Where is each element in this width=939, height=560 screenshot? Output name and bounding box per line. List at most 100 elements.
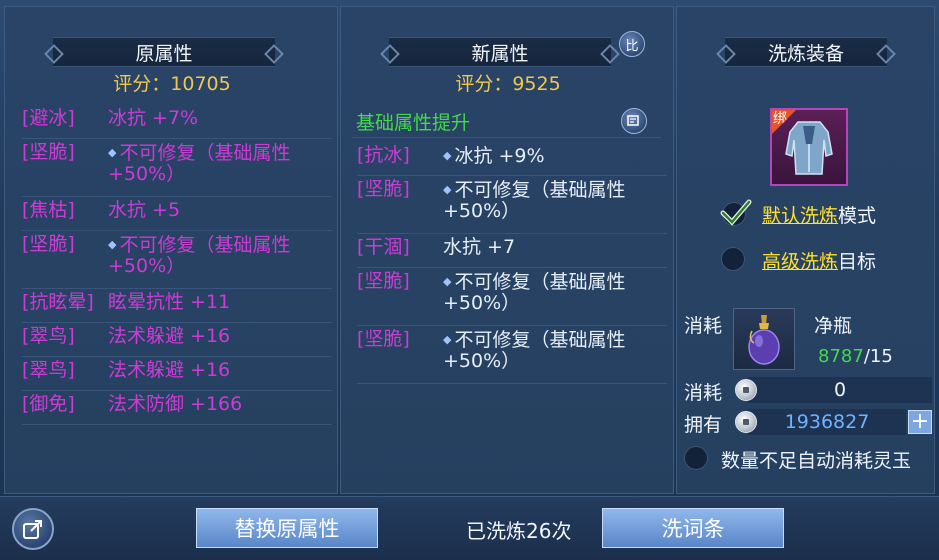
diamond-icon: ◆: [443, 333, 452, 346]
attribute-value-text: 不可修复（基础属性: [119, 234, 291, 256]
share-icon: [23, 520, 42, 539]
default-mode-suffix: 模式: [838, 205, 877, 227]
base-attribute-boost-label: 基础属性提升: [356, 112, 471, 134]
consume-currency-label: 消耗: [684, 382, 723, 404]
attribute-value-text: 不可修复（基础属性: [454, 179, 626, 201]
silver-coin-icon: [735, 411, 757, 433]
attribute-value-text: 法术躲避 +16: [108, 359, 231, 381]
attribute-row: [翠鸟] 法术躲避 +16: [22, 360, 332, 391]
attribute-row: [干涸] 水抗 +7: [357, 237, 667, 268]
add-currency-button[interactable]: +: [908, 410, 932, 434]
attribute-tag: [御免]: [22, 393, 75, 415]
search-detail-icon[interactable]: [621, 108, 647, 134]
item-need: /15: [863, 346, 893, 367]
equipment-slot[interactable]: 绑: [770, 108, 848, 186]
attribute-row: [坚脆] ◆ 不可修复（基础属性 +50%）: [357, 179, 667, 234]
advanced-mode-link[interactable]: 高级洗炼: [762, 251, 838, 273]
attribute-tag: [坚脆]: [357, 178, 410, 200]
original-attributes-title: 原属性: [53, 37, 275, 67]
attribute-value: 眩晕抗性 +11: [108, 292, 332, 313]
silver-coin-icon: [735, 379, 757, 401]
attribute-value: ◆ 不可修复（基础属性 +50%）: [108, 234, 332, 277]
default-mode-link[interactable]: 默认洗炼: [762, 205, 838, 227]
attribute-value-text-line2: +50%）: [443, 200, 521, 222]
item-name: 净瓶: [814, 315, 853, 337]
attribute-value-text-line2: +50%）: [443, 350, 521, 372]
new-score: 评分：9525: [455, 73, 561, 95]
refine-equipment-title: 洗炼装备: [725, 37, 887, 67]
replace-attributes-button[interactable]: 替换原属性: [196, 508, 378, 548]
share-button[interactable]: [12, 508, 54, 550]
advanced-mode-label[interactable]: 高级洗炼目标: [762, 247, 876, 274]
attribute-value-text: 眩晕抗性 +11: [108, 291, 231, 313]
attribute-tag: [坚脆]: [357, 270, 410, 292]
diamond-icon: ◆: [108, 146, 117, 159]
attribute-tag: [抗冰]: [357, 144, 410, 166]
attribute-row: [坚脆] ◆ 不可修复（基础属性 +50%）: [22, 142, 332, 197]
attribute-value-text: 法术防御 +166: [108, 393, 243, 415]
item-have: 8787: [818, 346, 864, 367]
attribute-value-text: 不可修复（基础属性: [454, 271, 626, 293]
advanced-mode-radio[interactable]: [721, 247, 745, 271]
advanced-mode-suffix: 目标: [838, 251, 877, 273]
attribute-value: 冰抗 +7%: [108, 108, 332, 129]
diamond-icon: ◆: [108, 238, 117, 251]
attribute-value-text: 水抗 +5: [108, 199, 181, 221]
original-score: 评分：10705: [113, 73, 231, 95]
default-mode-label[interactable]: 默认洗炼模式: [762, 201, 876, 228]
attribute-tag: [抗眩晕]: [22, 291, 94, 313]
attribute-value-text: 法术躲避 +16: [108, 325, 231, 347]
attribute-value-text: 冰抗 +7%: [108, 107, 199, 129]
item-count: 8787/15: [818, 346, 893, 367]
own-currency-label: 拥有: [684, 414, 723, 436]
attribute-tag: [翠鸟]: [22, 359, 75, 381]
wash-attributes-button[interactable]: 洗词条: [602, 508, 784, 548]
attribute-value-text-line2: +50%）: [108, 163, 186, 185]
attribute-row: [翠鸟] 法术躲避 +16: [22, 326, 332, 357]
attribute-value: 法术躲避 +16: [108, 326, 332, 347]
compare-button[interactable]: 比: [619, 31, 645, 57]
new-attributes-title: 新属性: [389, 37, 611, 67]
attribute-value: 法术防御 +166: [108, 394, 332, 415]
default-mode-checkbox[interactable]: [720, 199, 752, 228]
attribute-value: ◆ 不可修复（基础属性 +50%）: [443, 179, 667, 222]
attribute-row: [避冰] 冰抗 +7%: [22, 108, 332, 139]
auto-consume-radio[interactable]: [684, 446, 708, 470]
attribute-value: ◆ 不可修复（基础属性 +50%）: [443, 271, 667, 314]
attribute-value-text: 冰抗 +9%: [454, 145, 545, 167]
armor-icon: [785, 121, 833, 175]
checkmark-icon: [720, 199, 752, 226]
attribute-row: [抗眩晕] 眩晕抗性 +11: [22, 292, 332, 323]
auto-consume-label: 数量不足自动消耗灵玉: [721, 450, 912, 472]
diamond-icon: ◆: [443, 183, 452, 196]
diamond-icon: ◆: [443, 275, 452, 288]
attribute-value-text: 不可修复（基础属性: [454, 329, 626, 351]
bottle-icon: [748, 315, 780, 365]
attribute-row: [焦枯] 水抗 +5: [22, 200, 332, 231]
attribute-tag: [坚脆]: [22, 141, 75, 163]
attribute-tag: [焦枯]: [22, 199, 75, 221]
attribute-value: 水抗 +7: [443, 237, 667, 258]
attribute-row: [坚脆] ◆ 不可修复（基础属性 +50%）: [22, 234, 332, 289]
attribute-row: [坚脆] ◆ 不可修复（基础属性 +50%）: [357, 271, 667, 326]
attribute-value: ◆ 冰抗 +9%: [443, 145, 667, 167]
consume-item-label: 消耗: [684, 315, 723, 337]
attribute-value-text-line2: +50%）: [443, 292, 521, 314]
consume-currency-value: 0: [748, 377, 932, 403]
attribute-tag: [避冰]: [22, 107, 75, 129]
attribute-row: [坚脆] ◆ 不可修复（基础属性 +50%）: [357, 329, 667, 384]
attribute-row: [御免] 法术防御 +166: [22, 394, 332, 425]
divider: [352, 137, 661, 138]
purification-bottle-slot[interactable]: [733, 308, 795, 370]
attribute-tag: [坚脆]: [357, 328, 410, 350]
attribute-value: ◆ 不可修复（基础属性 +50%）: [443, 329, 667, 372]
attribute-value-text-line2: +50%）: [108, 255, 186, 277]
diamond-icon: ◆: [443, 149, 452, 162]
attribute-tag: [翠鸟]: [22, 325, 75, 347]
attribute-value: 法术躲避 +16: [108, 360, 332, 381]
attribute-value: ◆ 不可修复（基础属性 +50%）: [108, 142, 332, 185]
wash-count: 已洗炼26次: [466, 519, 572, 543]
attribute-tag: [坚脆]: [22, 233, 75, 255]
own-currency-value: 1936827: [748, 409, 906, 435]
attribute-value-text: 水抗 +7: [443, 236, 516, 258]
